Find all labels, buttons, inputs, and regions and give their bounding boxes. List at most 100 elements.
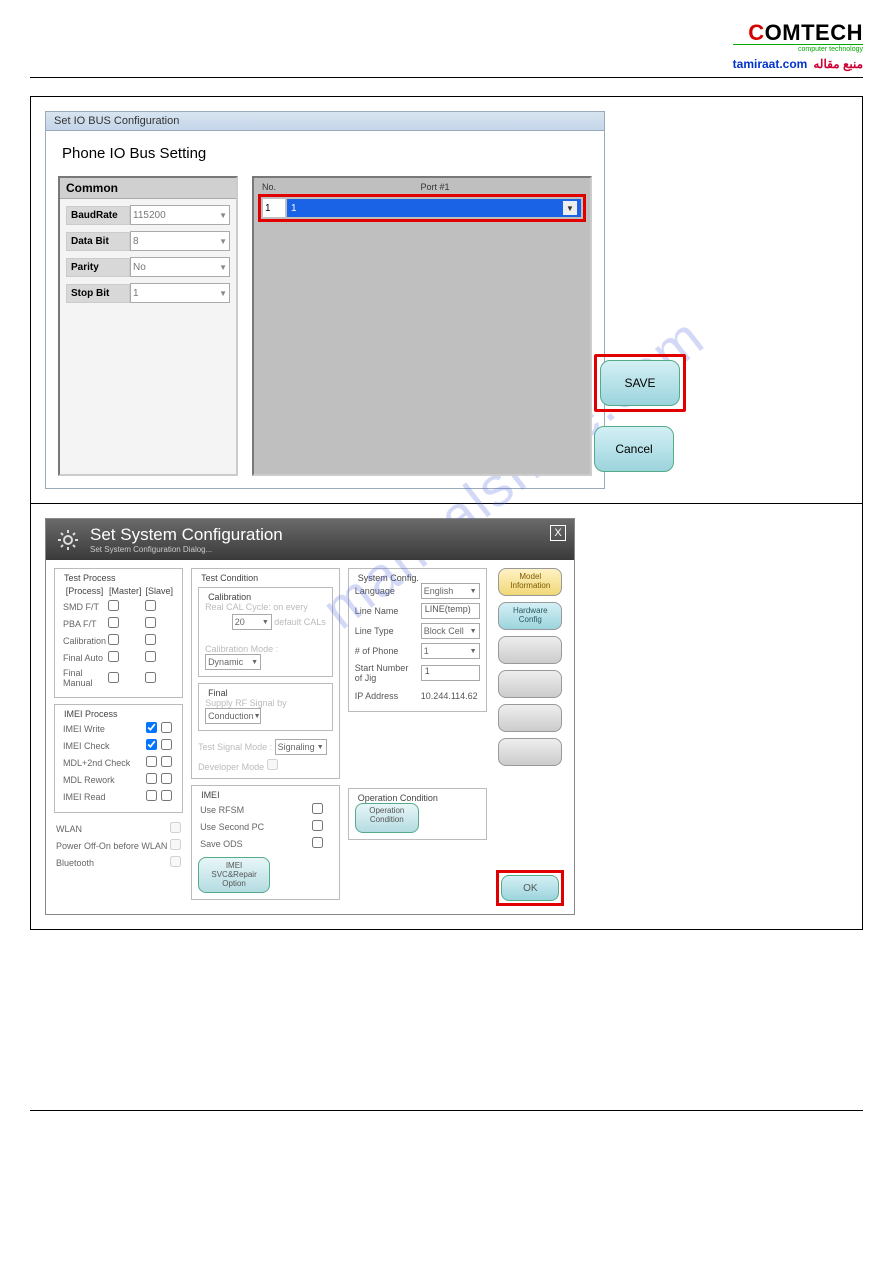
- common-panel: Common BaudRate 115200▼ Data Bit 8▼: [58, 176, 238, 476]
- page-header: COMTECH computer technology tamiraat.com…: [30, 20, 863, 71]
- wlan-label: WLAN: [56, 821, 168, 836]
- titlebar-io-bus: Set IO BUS Configuration: [46, 112, 604, 131]
- port-col-no: No.: [262, 182, 288, 192]
- line-name-input[interactable]: LINE(temp): [421, 603, 480, 619]
- finalman-master-checkbox[interactable]: [108, 672, 119, 683]
- document-frame: Set IO BUS Configuration Phone IO Bus Se…: [30, 96, 863, 930]
- operation-condition-legend: Operation Condition: [355, 793, 441, 803]
- dev-mode-label: Developer Mode: [198, 762, 264, 772]
- test-signal-select: Signaling▼: [275, 739, 327, 755]
- chevron-down-icon: ▼: [563, 201, 577, 215]
- imei-check-slave-checkbox[interactable]: [161, 739, 172, 750]
- imei-write-slave-checkbox[interactable]: [161, 722, 172, 733]
- databit-select[interactable]: 8▼: [130, 231, 230, 251]
- line-type-select[interactable]: Block Cell▼: [421, 623, 480, 639]
- ok-highlight: OK: [496, 870, 564, 906]
- window-system-config: Set System Configuration Set System Conf…: [45, 518, 575, 915]
- mdlrework-checkbox[interactable]: [146, 773, 157, 784]
- parity-select[interactable]: No▼: [130, 257, 230, 277]
- smd-slave-checkbox[interactable]: [145, 600, 156, 611]
- stopbit-label: Stop Bit: [66, 284, 130, 303]
- operation-condition-group: Operation Condition Operation Condition: [348, 788, 487, 840]
- footer-divider: [30, 1110, 863, 1111]
- test-signal-label: Test Signal Mode :: [198, 742, 272, 752]
- dev-mode-checkbox: [267, 759, 278, 770]
- baudrate-select[interactable]: 115200▼: [130, 205, 230, 225]
- system-config-legend: System Config.: [355, 573, 422, 583]
- source-label: منبع مقاله: [813, 57, 863, 71]
- test-process-legend: Test Process: [61, 573, 119, 583]
- finalman-slave-checkbox[interactable]: [145, 672, 156, 683]
- source-link[interactable]: tamiraat.com: [733, 57, 808, 71]
- common-header: Common: [60, 178, 236, 199]
- mdl2nd-checkbox[interactable]: [146, 756, 157, 767]
- use-second-pc-checkbox[interactable]: [312, 820, 323, 831]
- cal-slave-checkbox[interactable]: [145, 634, 156, 645]
- imei-svc-repair-button[interactable]: IMEI SVC&Repair Option: [198, 857, 270, 893]
- poweroff-label: Power Off-On before WLAN: [56, 838, 168, 853]
- language-select[interactable]: English▼: [421, 583, 480, 599]
- databit-label: Data Bit: [66, 232, 130, 251]
- start-jig-input[interactable]: 1: [421, 665, 480, 681]
- smd-master-checkbox[interactable]: [108, 600, 119, 611]
- imei-legend: IMEI: [198, 790, 223, 800]
- imei-check-checkbox[interactable]: [146, 739, 157, 750]
- imeiread-checkbox[interactable]: [146, 790, 157, 801]
- phones-select[interactable]: 1▼: [421, 643, 480, 659]
- real-cal-select: 20▼: [232, 614, 272, 630]
- port-panel: No. Port #1 1 1 ▼: [252, 176, 592, 476]
- port-row-highlight: 1 1 ▼: [258, 194, 586, 222]
- save-highlight: SAVE: [594, 354, 686, 412]
- supply-rf-select: Conduction▼: [205, 708, 261, 724]
- gear-icon: [56, 528, 80, 552]
- model-information-button[interactable]: Model Information: [498, 568, 562, 596]
- ok-button[interactable]: OK: [501, 875, 559, 901]
- header-divider: [30, 77, 863, 78]
- finalauto-master-checkbox[interactable]: [108, 651, 119, 662]
- pba-master-checkbox[interactable]: [108, 617, 119, 628]
- window-io-bus: Set IO BUS Configuration Phone IO Bus Se…: [45, 111, 605, 489]
- real-cal-label: Real CAL Cycle: on every: [205, 602, 326, 612]
- finalauto-slave-checkbox[interactable]: [145, 651, 156, 662]
- operation-condition-button[interactable]: Operation Condition: [355, 803, 419, 833]
- titlebar-system-config: Set System Configuration Set System Conf…: [46, 519, 574, 560]
- screenshot-system-config: Set System Configuration Set System Conf…: [31, 504, 862, 929]
- supply-rf-label: Supply RF Signal by: [205, 698, 287, 708]
- sysconfig-title: Set System Configuration: [90, 525, 283, 545]
- sysconfig-subtitle: Set System Configuration Dialog...: [90, 545, 283, 554]
- imei-write-checkbox[interactable]: [146, 722, 157, 733]
- cal-master-checkbox[interactable]: [108, 634, 119, 645]
- parity-label: Parity: [66, 258, 130, 277]
- mdl2nd-slave-checkbox[interactable]: [161, 756, 172, 767]
- cal-mode-label: Calibration Mode :: [205, 644, 278, 654]
- hardware-config-button[interactable]: Hardware Config: [498, 602, 562, 630]
- imeiread-slave-checkbox[interactable]: [161, 790, 172, 801]
- port-col-port: Port #1: [288, 182, 582, 192]
- test-condition-legend: Test Condition: [198, 573, 261, 583]
- close-button[interactable]: X: [550, 525, 566, 541]
- bluetooth-checkbox: [170, 856, 181, 867]
- screenshot-io-bus: Set IO BUS Configuration Phone IO Bus Se…: [31, 97, 862, 504]
- disabled-button-2: [498, 670, 562, 698]
- imei-process-legend: IMEI Process: [61, 709, 121, 719]
- use-rfsm-checkbox[interactable]: [312, 803, 323, 814]
- save-ods-checkbox[interactable]: [312, 837, 323, 848]
- stopbit-select[interactable]: 1▼: [130, 283, 230, 303]
- test-process-group: Test Process [Process][Master][Slave] SM…: [54, 568, 183, 698]
- pba-slave-checkbox[interactable]: [145, 617, 156, 628]
- io-bus-subtitle: Phone IO Bus Setting: [62, 145, 592, 162]
- system-config-group: System Config. LanguageEnglish▼ Line Nam…: [348, 568, 487, 712]
- disabled-button-1: [498, 636, 562, 664]
- cancel-button[interactable]: Cancel: [594, 426, 674, 472]
- mdlrework-slave-checkbox[interactable]: [161, 773, 172, 784]
- disabled-button-4: [498, 738, 562, 766]
- wlan-checkbox: [170, 822, 181, 833]
- poweroff-checkbox: [170, 839, 181, 850]
- imei-group: IMEI Use RFSM Use Second PC Save ODS IME…: [191, 785, 340, 900]
- bluetooth-label: Bluetooth: [56, 855, 168, 870]
- port-select[interactable]: 1 ▼: [287, 199, 581, 217]
- save-button[interactable]: SAVE: [600, 360, 680, 406]
- baudrate-label: BaudRate: [66, 206, 130, 225]
- cal-mode-select[interactable]: Dynamic▼: [205, 654, 261, 670]
- ip-address-value: 10.244.114.62: [421, 691, 478, 701]
